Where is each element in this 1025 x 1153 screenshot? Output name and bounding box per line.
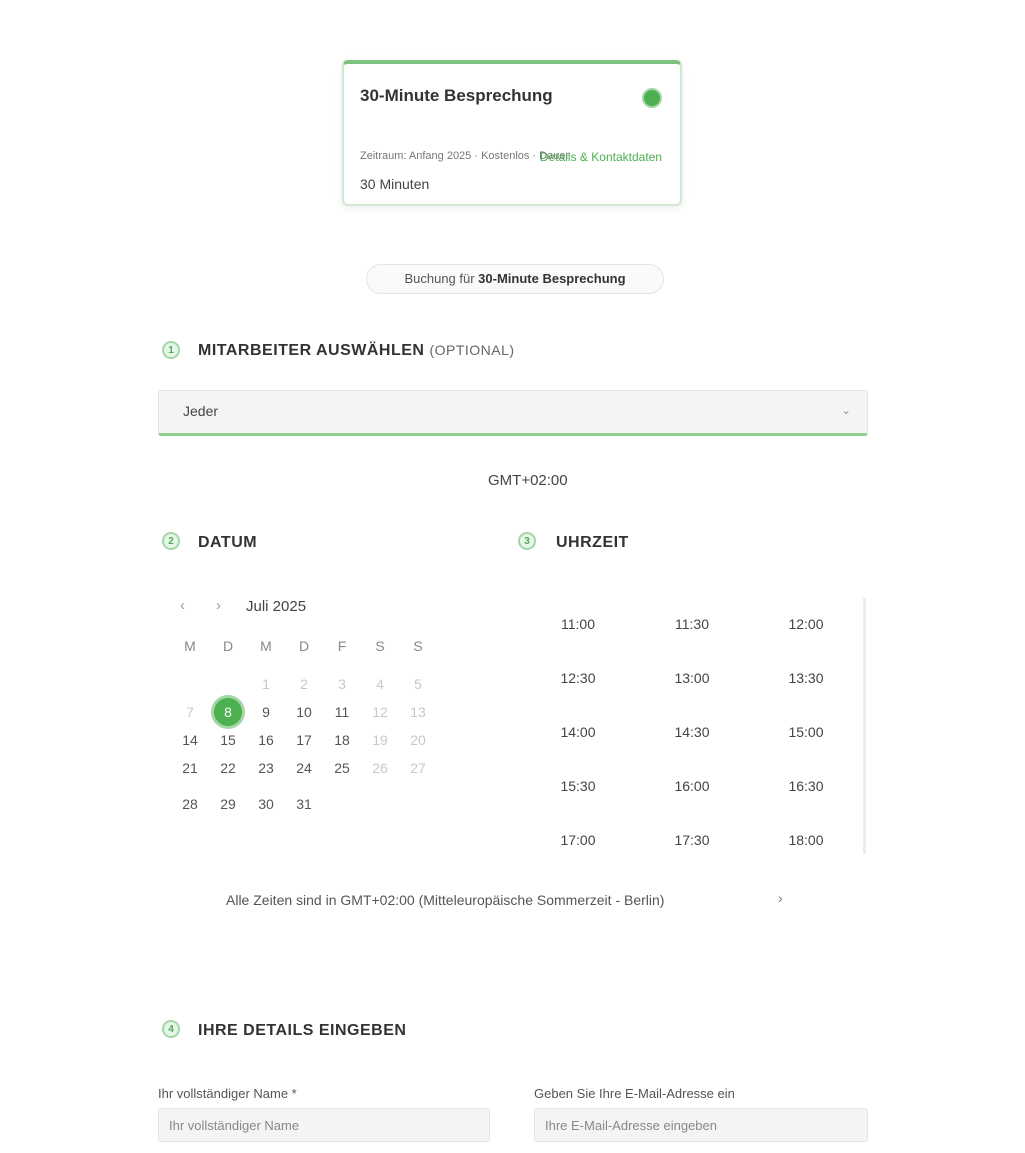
calendar-day: 19 bbox=[372, 732, 388, 748]
selected-check-icon bbox=[642, 88, 662, 108]
calendar-day[interactable]: 11 bbox=[330, 704, 354, 720]
calendar-day: 7 bbox=[186, 704, 194, 720]
calendar-day: 1 bbox=[262, 676, 270, 692]
email-field-label: Geben Sie Ihre E-Mail-Adresse ein bbox=[534, 1086, 735, 1101]
time-slot[interactable]: 11:00 bbox=[548, 616, 608, 632]
calendar-day[interactable]: 28 bbox=[178, 796, 202, 812]
calendar-day[interactable]: 9 bbox=[254, 704, 278, 720]
calendar-month-label: Juli 2025 bbox=[246, 598, 307, 615]
chevron-down-icon: ⌄ bbox=[840, 403, 851, 417]
time-slot[interactable]: 16:30 bbox=[776, 778, 836, 794]
calendar-day: 13 bbox=[410, 704, 426, 720]
calendar-day[interactable]: 25 bbox=[330, 760, 354, 776]
calendar-day: 20 bbox=[410, 732, 426, 748]
calendar-day[interactable]: 30 bbox=[254, 796, 278, 812]
email-field[interactable]: Ihre E-Mail-Adresse eingeben bbox=[534, 1108, 868, 1142]
staff-select-value: Jeder bbox=[183, 403, 219, 419]
section-title-details: IHRE DETAILS EINGEBEN bbox=[198, 1022, 407, 1039]
weekday-label: S bbox=[413, 638, 423, 654]
calendar-day: 2 bbox=[300, 676, 308, 692]
time-slot[interactable]: 15:30 bbox=[548, 778, 608, 794]
step-badge-time: 3 bbox=[518, 532, 536, 550]
time-slot[interactable]: 16:00 bbox=[662, 778, 722, 794]
section-title-staff: MITARBEITER AUSWÄHLEN bbox=[198, 342, 425, 359]
calendar-day[interactable]: 14 bbox=[178, 732, 202, 748]
service-meta: Zeitraum: Anfang 2025 · Kostenlos · Daue… bbox=[360, 150, 570, 162]
calendar-day: 5 bbox=[414, 676, 422, 692]
staff-select[interactable]: Jeder ⌄ bbox=[158, 390, 868, 436]
timezone-note: Alle Zeiten sind in GMT+02:00 (Mitteleur… bbox=[226, 892, 665, 908]
timezone-label: GMT+02:00 bbox=[488, 472, 568, 489]
calendar-day[interactable]: 15 bbox=[216, 732, 240, 748]
calendar-prev-icon[interactable]: ‹ bbox=[180, 597, 185, 614]
time-slot[interactable]: 12:30 bbox=[548, 670, 608, 686]
service-duration: 30 Minuten bbox=[360, 176, 430, 192]
calendar-day: 3 bbox=[338, 676, 346, 692]
calendar-day[interactable]: 29 bbox=[216, 796, 240, 812]
time-slot[interactable]: 17:00 bbox=[548, 832, 608, 848]
name-field[interactable]: Ihr vollständiger Name bbox=[158, 1108, 490, 1142]
calendar-day: 12 bbox=[372, 704, 388, 720]
time-slot[interactable]: 13:30 bbox=[776, 670, 836, 686]
calendar-day[interactable]: 31 bbox=[292, 796, 316, 812]
weekday-label: M bbox=[184, 638, 196, 654]
time-slot[interactable]: 17:30 bbox=[662, 832, 722, 848]
weekday-label: S bbox=[375, 638, 385, 654]
calendar-next-icon[interactable]: › bbox=[216, 597, 221, 614]
step-badge-date: 2 bbox=[162, 532, 180, 550]
weekday-label: F bbox=[337, 638, 347, 654]
chevron-right-icon[interactable]: › bbox=[778, 890, 783, 906]
weekday-label: D bbox=[222, 638, 234, 654]
section-optional-label: (OPTIONAL) bbox=[429, 342, 515, 358]
service-card[interactable]: 30-Minute Besprechung Zeitraum: Anfang 2… bbox=[342, 60, 682, 206]
time-slot[interactable]: 11:30 bbox=[662, 616, 722, 632]
time-slot[interactable]: 13:00 bbox=[662, 670, 722, 686]
calendar-day[interactable]: 24 bbox=[292, 760, 316, 776]
time-slot[interactable]: 14:30 bbox=[662, 724, 722, 740]
time-slot[interactable]: 15:00 bbox=[776, 724, 836, 740]
calendar-day[interactable]: 22 bbox=[216, 760, 240, 776]
service-title: 30-Minute Besprechung bbox=[360, 86, 553, 105]
calendar-day[interactable]: 23 bbox=[254, 760, 278, 776]
calendar-day[interactable]: 17 bbox=[292, 732, 316, 748]
calendar-day[interactable]: 10 bbox=[292, 704, 316, 720]
section-heading-staff: MITARBEITER AUSWÄHLEN (OPTIONAL) bbox=[198, 342, 515, 360]
time-slot[interactable]: 12:00 bbox=[776, 616, 836, 632]
section-title-time: UHRZEIT bbox=[556, 534, 629, 551]
time-slot[interactable]: 18:00 bbox=[776, 832, 836, 848]
weekday-label: M bbox=[260, 638, 272, 654]
calendar-day: 26 bbox=[372, 760, 388, 776]
calendar-day: 27 bbox=[410, 760, 426, 776]
booking-service-name: 30-Minute Besprechung bbox=[478, 271, 626, 286]
calendar-day[interactable]: 16 bbox=[254, 732, 278, 748]
calendar-day[interactable]: 21 bbox=[178, 760, 202, 776]
booking-summary-pill: Buchung für 30-Minute Besprechung bbox=[366, 264, 664, 294]
weekday-label: D bbox=[298, 638, 310, 654]
calendar-day-selected[interactable]: 8 bbox=[211, 695, 245, 729]
step-badge-details: 4 bbox=[162, 1020, 180, 1038]
name-field-label: Ihr vollständiger Name * bbox=[158, 1086, 297, 1101]
calendar-day: 4 bbox=[376, 676, 384, 692]
calendar-day[interactable]: 18 bbox=[330, 732, 354, 748]
booking-prefix: Buchung für bbox=[404, 271, 479, 286]
time-slot[interactable]: 14:00 bbox=[548, 724, 608, 740]
service-details-link[interactable]: Details & Kontaktdaten bbox=[540, 150, 662, 164]
section-title-date: DATUM bbox=[198, 534, 258, 551]
step-badge-staff: 1 bbox=[162, 341, 180, 359]
